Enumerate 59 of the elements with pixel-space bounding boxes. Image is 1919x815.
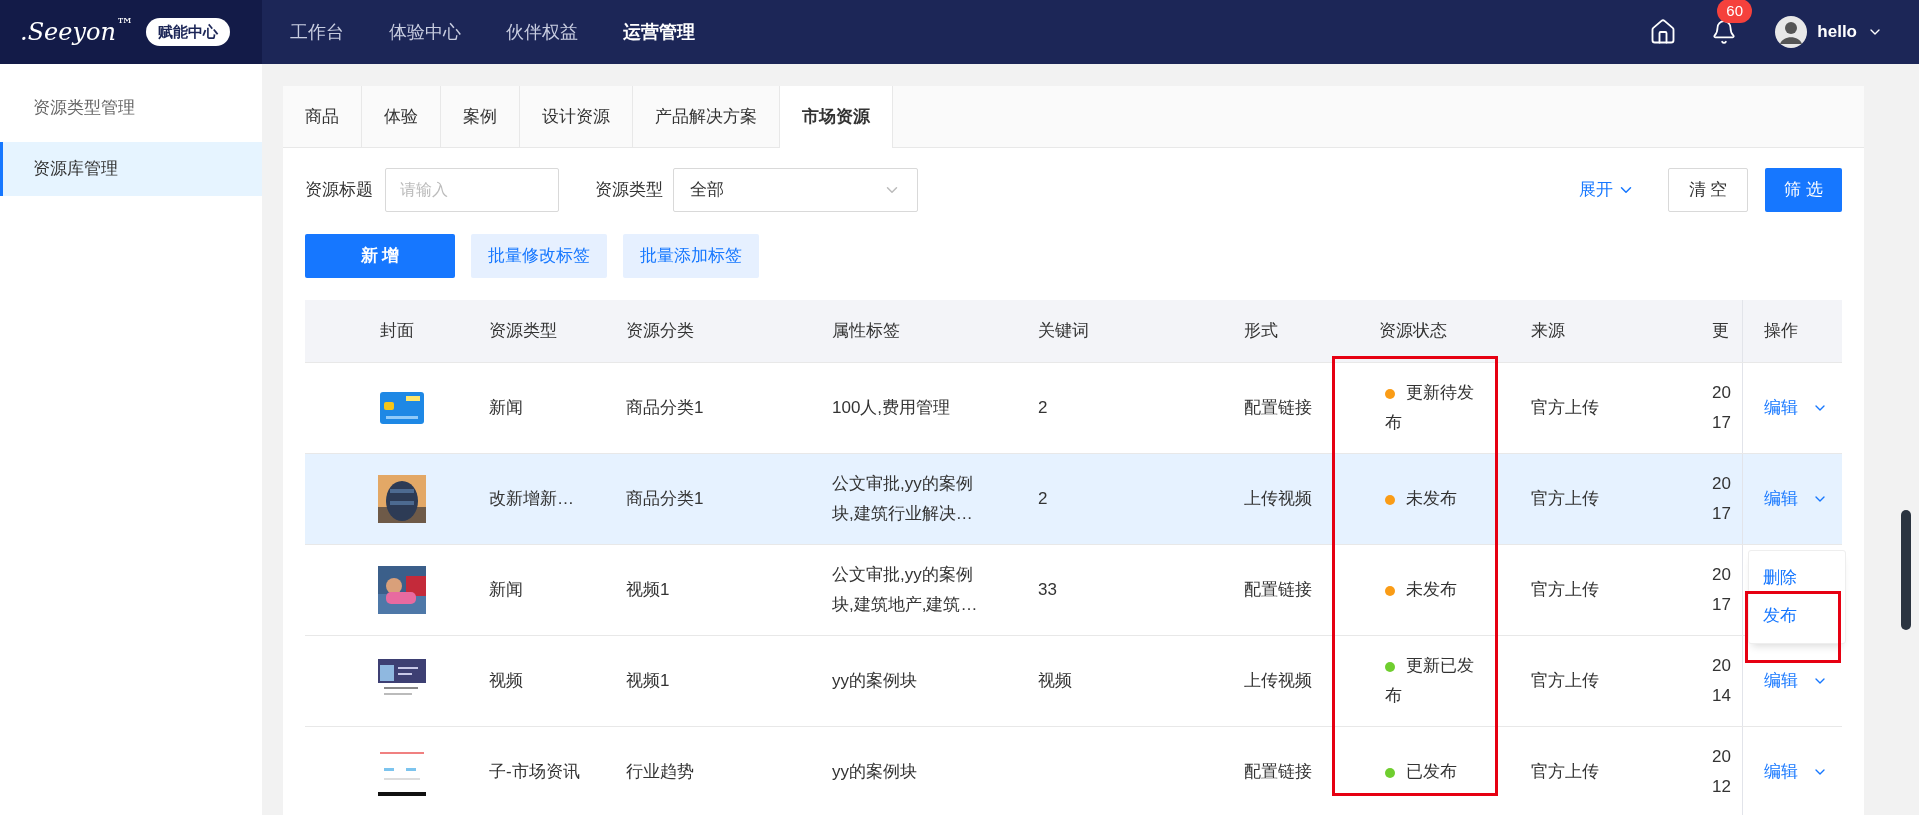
table-cell-text: 官方上传 (1531, 761, 1599, 784)
date-fragment: 20 (1712, 746, 1731, 768)
status-text: 已发布 (1385, 757, 1483, 787)
column-header: 操作 (1742, 300, 1864, 362)
date-fragment: 20 (1712, 382, 1731, 404)
table-cell-text: 商品分类1 (626, 488, 704, 511)
date-fragment: 17 (1712, 503, 1731, 525)
table-cell-text: yy的案例块 (832, 670, 918, 692)
table-cell-text: 公文审批,yy的案例块,建筑行业解决… (832, 473, 974, 525)
table-cell-text: 官方上传 (1531, 670, 1599, 693)
table-cell-text: 公文审批,yy的案例块,建筑地产,建筑… (832, 564, 979, 616)
column-header: 形式 (1244, 320, 1279, 343)
status-text: 未发布 (1385, 575, 1483, 605)
table-cell-text: 官方上传 (1531, 579, 1599, 602)
status-text: 更新待发布 (1385, 382, 1475, 434)
table-cell-text: 33 (1038, 579, 1057, 602)
table-cell-text: 视频 (1038, 670, 1072, 693)
field-label: 资源类型 (595, 179, 663, 202)
table-cell-text: 新闻 (489, 397, 523, 420)
column-header: 资源分类 (626, 320, 695, 343)
notification-count: 60 (1717, 0, 1752, 23)
table-cell-text: 配置链接 (1244, 397, 1312, 420)
logo: .Seeyon$^{™}$ (20, 14, 134, 48)
table-cell-text: yy的案例块 (832, 761, 918, 783)
column-header: 关键词 (1038, 320, 1090, 343)
date-fragment: 12 (1712, 776, 1731, 798)
table-cell-text: 视频1 (626, 579, 670, 602)
field-label: 资源标题 (305, 179, 373, 202)
column-header: 更 (1712, 320, 1730, 343)
date-fragment: 17 (1712, 412, 1731, 434)
date-fragment: 20 (1712, 655, 1731, 677)
column-header: 资源类型 (489, 320, 558, 343)
logo-badge: 赋能中心 (145, 17, 230, 47)
date-fragment: 17 (1712, 594, 1731, 616)
table-cell-text: 官方上传 (1531, 488, 1599, 511)
table-cell-text: 配置链接 (1244, 761, 1312, 784)
table-cell-text: 行业趋势 (626, 761, 694, 784)
table-cell-text: 子-市场资讯 (489, 761, 580, 784)
date-fragment: 14 (1712, 685, 1731, 707)
table-cell-text: 视频 (489, 670, 523, 693)
column-header: 属性标签 (832, 320, 901, 343)
table-cell-text: 视频1 (626, 670, 670, 693)
status-text: 更新已发布 (1385, 655, 1475, 707)
table-cell-text: 2 (1038, 488, 1048, 511)
column-header: 资源状态 (1379, 320, 1448, 343)
date-fragment: 20 (1712, 473, 1731, 495)
date-fragment: 20 (1712, 564, 1731, 586)
status-text: 未发布 (1385, 484, 1483, 514)
column-header: 封面 (379, 320, 415, 343)
table-cell-text: 上传视频 (1244, 488, 1312, 511)
table-cell-text: 官方上传 (1531, 397, 1599, 420)
table-cell-text: 100人,费用管理 (832, 397, 952, 419)
table-cell-text: 上传视频 (1244, 670, 1312, 693)
table-cell-text: 2 (1038, 397, 1048, 420)
table-cell-text: 商品分类1 (626, 397, 704, 420)
table-cell-text: 新闻 (489, 579, 523, 602)
column-header: 来源 (1531, 320, 1566, 343)
table-cell-text: 配置链接 (1244, 579, 1312, 602)
table-cell-text: 改新增新… (489, 488, 574, 511)
